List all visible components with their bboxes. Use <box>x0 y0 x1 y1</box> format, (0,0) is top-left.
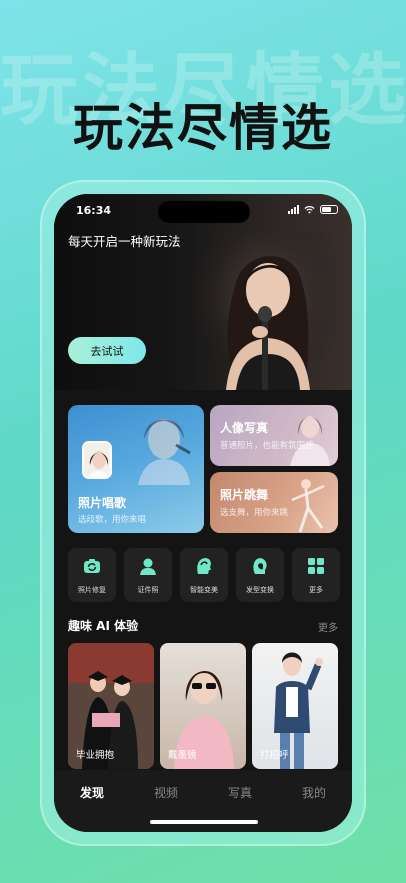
hero-singer-image <box>196 232 336 390</box>
tool-hairstyle[interactable]: 发型变换 <box>236 548 284 602</box>
portrait-bg-image <box>290 416 330 466</box>
tool-label: 发型变换 <box>246 586 274 594</box>
fun-ai-card-greeting[interactable]: 打招呼 <box>252 643 338 769</box>
portrait-subtitle: 普通照片，也能有氛围感 <box>220 441 314 451</box>
phone-screen: 每天开启一种新玩法 去试试 16:34 照片唱歌 选段歌，用你来唱 人像写真 普… <box>54 194 352 832</box>
tab-portrait[interactable]: 写真 <box>228 784 252 801</box>
tool-smart-beauty[interactable]: 智能变美 <box>180 548 228 602</box>
greeting-label: 打招呼 <box>260 750 289 761</box>
hero-title: 每天开启一种新玩法 <box>68 234 181 249</box>
hairstyle-icon <box>253 558 267 574</box>
battery-icon <box>320 205 338 214</box>
photo-sing-subtitle: 选段歌，用你来唱 <box>78 515 147 525</box>
status-bar: 16:34 <box>54 194 352 224</box>
tool-label: 照片修复 <box>78 586 106 594</box>
tab-discover[interactable]: 发现 <box>80 784 104 801</box>
photo-dance-title: 照片跳舞 <box>220 488 269 502</box>
fun-ai-more-link[interactable]: 更多 <box>318 619 338 634</box>
tab-profile[interactable]: 我的 <box>302 784 326 801</box>
selected-face-thumbnail <box>82 441 112 479</box>
camera-refresh-icon <box>84 559 100 573</box>
tool-photo-repair[interactable]: 照片修复 <box>68 548 116 602</box>
try-now-button[interactable]: 去试试 <box>68 337 146 364</box>
graduation-hug-label: 毕业拥抱 <box>76 750 115 761</box>
tool-more[interactable]: 更多 <box>292 548 340 602</box>
face-beauty-icon <box>197 558 211 574</box>
tool-label: 证件照 <box>137 586 159 594</box>
person-id-icon <box>140 558 156 575</box>
photo-sing-title: 照片唱歌 <box>78 496 127 510</box>
grid-more-icon <box>308 558 324 574</box>
sunglasses-label: 戴墨镜 <box>168 750 197 761</box>
home-indicator <box>150 820 258 824</box>
fun-ai-card-graduation-hug[interactable]: 毕业拥抱 <box>68 643 154 769</box>
photo-dance-subtitle: 选支舞，用你来跳 <box>220 508 289 518</box>
feature-card-photo-sing[interactable]: 照片唱歌 选段歌，用你来唱 <box>68 405 204 533</box>
promo-headline: 玩法尽情选 <box>73 99 333 157</box>
singer-bg-image <box>138 419 191 485</box>
portrait-title: 人像写真 <box>220 421 269 435</box>
tool-id-photo[interactable]: 证件照 <box>124 548 172 602</box>
dynamic-island <box>158 201 250 223</box>
status-icons <box>288 205 338 214</box>
tab-video[interactable]: 视频 <box>154 784 178 801</box>
dancer-bg-image <box>291 479 325 533</box>
fun-ai-card-sunglasses[interactable]: 戴墨镜 <box>160 643 246 769</box>
feature-card-photo-dance[interactable]: 照片跳舞 选支舞，用你来跳 <box>210 472 338 533</box>
fun-ai-section-title: 趣味 AI 体验 <box>68 619 139 633</box>
tool-label: 更多 <box>309 586 323 594</box>
status-time: 16:34 <box>76 204 112 217</box>
tool-label: 智能变美 <box>190 586 218 594</box>
feature-card-portrait[interactable]: 人像写真 普通照片，也能有氛围感 <box>210 405 338 466</box>
signal-icon <box>288 205 299 214</box>
wifi-icon <box>304 206 315 214</box>
